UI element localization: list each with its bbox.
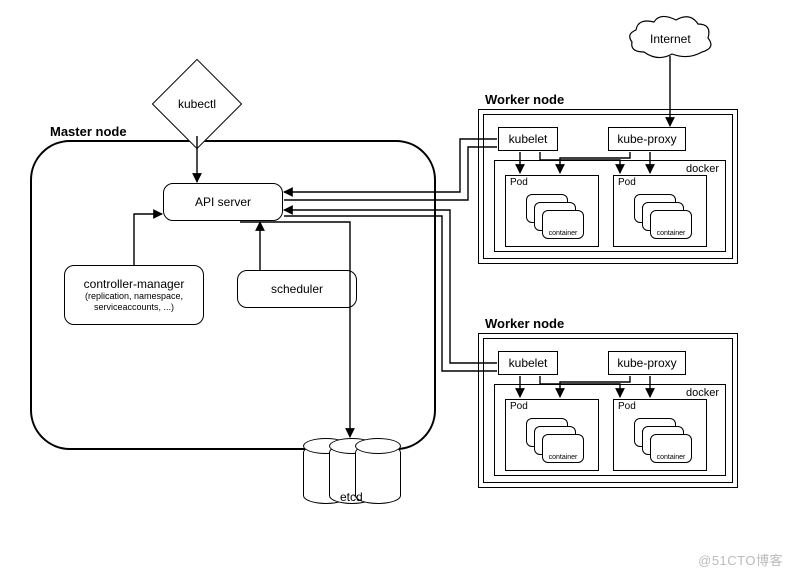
worker2-docker-label: docker <box>686 387 719 399</box>
api-server-box: API server <box>163 183 283 221</box>
worker1-docker-box: docker Pod container Pod container <box>494 160 726 252</box>
worker2-pod-a-container-label: container <box>549 454 578 461</box>
api-server-label: API server <box>195 195 251 209</box>
diagram-stage: Master node kubectl API server controlle… <box>0 0 793 573</box>
worker2-pod-b-label: Pod <box>618 401 636 412</box>
kubectl-diamond: kubectl <box>165 72 229 136</box>
worker2-pod-a-label: Pod <box>510 401 528 412</box>
scheduler-box: scheduler <box>237 270 357 308</box>
worker2-kube-proxy: kube-proxy <box>608 351 686 375</box>
kubectl-label: kubectl <box>166 97 228 111</box>
controller-manager-sub: (replication, namespace, serviceaccounts… <box>69 291 199 313</box>
worker1-kubelet: kubelet <box>498 127 558 151</box>
worker1-kube-proxy-label: kube-proxy <box>617 132 676 146</box>
worker1-pod-a: Pod container <box>505 175 599 247</box>
etcd-cluster <box>303 438 413 518</box>
worker1-pod-b-container-label: container <box>657 230 686 237</box>
worker1-pod-a-label: Pod <box>510 177 528 188</box>
worker2-kubelet-label: kubelet <box>509 356 548 370</box>
scheduler-label: scheduler <box>271 282 323 296</box>
controller-manager-box: controller-manager (replication, namespa… <box>64 265 204 325</box>
worker1-pod-a-container-label: container <box>549 230 578 237</box>
internet-label: Internet <box>650 32 691 46</box>
worker1-pod-b: Pod container <box>613 175 707 247</box>
master-node-title: Master node <box>50 124 127 139</box>
worker2-pod-b: Pod container <box>613 399 707 471</box>
worker-node-2-title: Worker node <box>485 316 564 331</box>
worker2-docker-box: docker Pod container Pod container <box>494 384 726 476</box>
watermark: @51CTO博客 <box>698 550 783 569</box>
etcd-label: etcd <box>340 490 363 504</box>
worker2-kube-proxy-label: kube-proxy <box>617 356 676 370</box>
worker1-docker-label: docker <box>686 163 719 175</box>
controller-manager-title: controller-manager <box>84 277 185 291</box>
worker-node-1-title: Worker node <box>485 92 564 107</box>
worker1-kube-proxy: kube-proxy <box>608 127 686 151</box>
worker2-pod-b-container-label: container <box>657 454 686 461</box>
worker2-pod-a: Pod container <box>505 399 599 471</box>
worker1-kubelet-label: kubelet <box>509 132 548 146</box>
worker2-kubelet: kubelet <box>498 351 558 375</box>
worker1-pod-b-label: Pod <box>618 177 636 188</box>
